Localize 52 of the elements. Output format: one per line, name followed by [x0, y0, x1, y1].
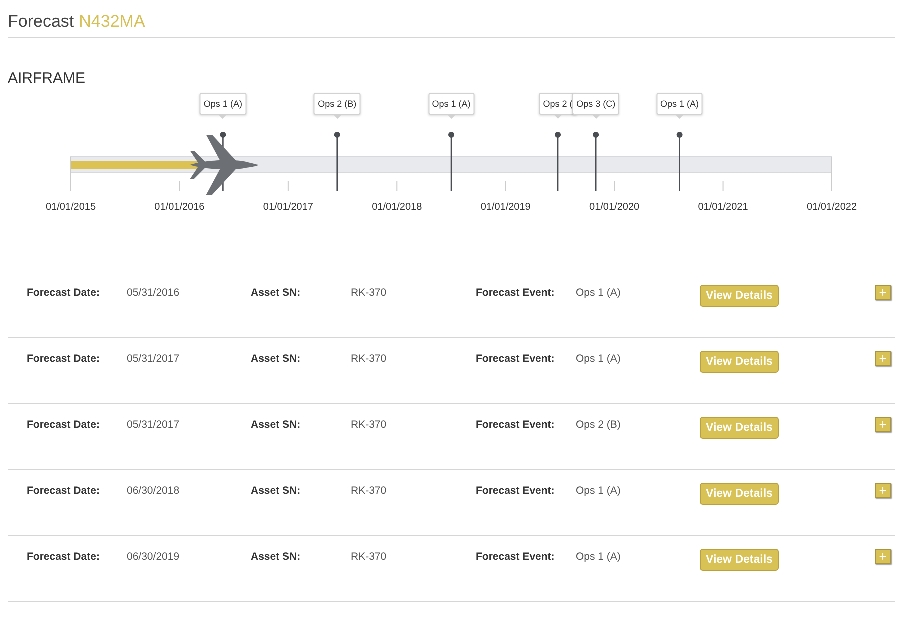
view-details-button[interactable]: View Details	[700, 483, 779, 505]
forecast-date: 05/31/2017	[127, 352, 181, 365]
tail-number: N432MA	[79, 12, 146, 32]
field-label: Forecast Event:	[476, 484, 556, 497]
field-label: Forecast Event:	[476, 418, 556, 431]
field-label: Forecast Event:	[476, 352, 556, 365]
expand-button[interactable]: +	[875, 285, 891, 300]
view-details-button[interactable]: View Details	[700, 549, 779, 571]
asset-sn: RK-370	[351, 418, 388, 431]
plane-icon	[190, 135, 260, 195]
field-label: Forecast Event:	[476, 550, 556, 563]
asset-sn: RK-370	[351, 286, 388, 299]
asset-sn: RK-370	[351, 484, 388, 497]
view-details-button[interactable]: View Details	[700, 285, 779, 307]
forecast-date: 05/31/2017	[127, 418, 181, 431]
tick-label: 01/01/2019	[480, 202, 531, 213]
asset-sn: RK-370	[351, 352, 388, 365]
field-label: Asset SN:	[251, 286, 302, 299]
asset-sn: RK-370	[351, 550, 388, 563]
forecast-date: 06/30/2019	[127, 550, 181, 563]
view-details-button[interactable]: View Details	[700, 351, 779, 373]
tick-label: 01/01/2020	[590, 202, 640, 213]
forecast-event: Ops 1 (A)	[576, 352, 622, 365]
page-title: Forecast	[8, 12, 74, 32]
forecast-event: Ops 2 (B)	[576, 418, 622, 431]
forecast-date: 06/30/2018	[127, 484, 181, 497]
expand-button[interactable]: +	[875, 351, 891, 366]
field-label: Forecast Date:	[27, 352, 101, 365]
forecast-event: Ops 1 (A)	[576, 484, 622, 497]
section-title: AIRFRAME	[8, 70, 87, 87]
tick-label: 01/01/2016	[154, 202, 205, 213]
field-label: Forecast Date:	[27, 286, 101, 299]
field-label: Forecast Event:	[476, 286, 556, 299]
tick-label: 01/01/2015	[46, 202, 96, 213]
forecast-event: Ops 1 (A)	[576, 550, 622, 563]
field-label: Forecast Date:	[27, 550, 101, 563]
field-label: Forecast Date:	[27, 418, 101, 431]
field-label: Asset SN:	[251, 550, 302, 563]
tick-label: 01/01/2022	[806, 202, 858, 213]
field-label: Asset SN:	[251, 484, 302, 497]
forecast-date: 05/31/2016	[127, 286, 181, 299]
expand-button[interactable]: +	[875, 417, 891, 432]
expand-button[interactable]: +	[875, 483, 891, 498]
field-label: Forecast Date:	[27, 484, 101, 497]
forecast-event: Ops 1 (A)	[576, 286, 622, 299]
expand-button[interactable]: +	[875, 549, 891, 564]
tick-label: 01/01/2018	[372, 202, 422, 213]
field-label: Asset SN:	[251, 418, 302, 431]
tick-label: 01/01/2017	[263, 202, 314, 213]
tick-label: 01/01/2021	[698, 202, 748, 213]
field-label: Asset SN:	[251, 352, 302, 365]
view-details-button[interactable]: View Details	[700, 417, 779, 439]
